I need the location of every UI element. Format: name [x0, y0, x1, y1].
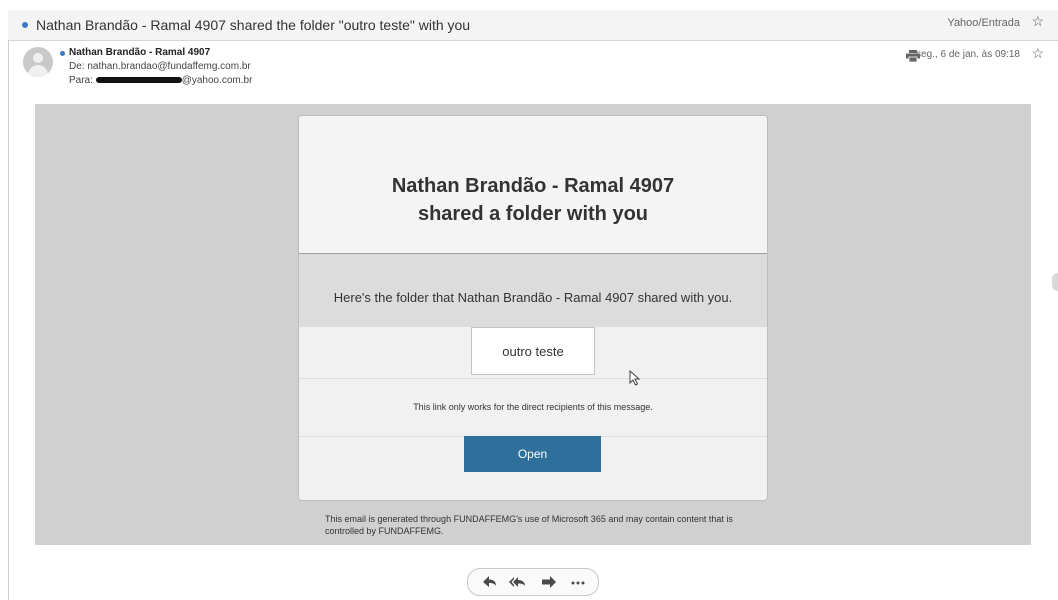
mouse-cursor-icon — [629, 370, 641, 386]
to-prefix: Para: — [69, 75, 93, 86]
message-actions — [467, 568, 599, 596]
avatar — [23, 47, 53, 77]
subject-bar: Nathan Brandão - Ramal 4907 shared the f… — [8, 10, 1058, 41]
unread-dot — [60, 51, 65, 56]
email-subject: Nathan Brandão - Ramal 4907 shared the f… — [36, 17, 471, 33]
card-title-line1: Nathan Brandão - Ramal 4907 — [391, 175, 675, 197]
forward-icon[interactable] — [539, 573, 559, 591]
redaction-mark — [95, 77, 182, 84]
divider — [8, 40, 9, 600]
to-address: Para: @yahoo.com.br — [69, 75, 252, 86]
email-date: seg., 6 de jan. às 09:18 — [916, 49, 1020, 60]
more-icon[interactable] — [568, 573, 588, 591]
from-address: De: nathan.brandao@fundaffemg.com.br — [69, 61, 251, 72]
shared-folder-link[interactable]: outro teste — [471, 327, 595, 375]
star-icon[interactable]: ☆ — [1031, 45, 1044, 62]
card-header: Nathan Brandão - Ramal 4907 shared a fol… — [299, 116, 767, 254]
card-title-line2: shared a folder with you — [417, 203, 649, 225]
link-notice: This link only works for the direct reci… — [413, 402, 653, 412]
share-card: Nathan Brandão - Ramal 4907 shared a fol… — [298, 115, 768, 501]
star-icon[interactable]: ☆ — [1031, 13, 1044, 30]
intro-text: Here's the folder that Nathan Brandão - … — [333, 290, 733, 305]
sender-name[interactable]: Nathan Brandão - Ramal 4907 — [69, 47, 210, 58]
folder-name: outro teste — [502, 344, 564, 359]
scroll-handle[interactable] — [1052, 273, 1058, 291]
open-button[interactable]: Open — [464, 436, 601, 472]
unread-dot — [22, 22, 28, 28]
reply-all-icon[interactable] — [508, 573, 528, 591]
footer-disclaimer: This email is generated through FUNDAFFE… — [325, 514, 733, 536]
reply-icon[interactable] — [480, 573, 500, 591]
to-domain: @yahoo.com.br — [181, 75, 253, 86]
intro-band: Here's the folder that Nathan Brandão - … — [299, 254, 767, 327]
divider — [299, 378, 767, 379]
folder-label[interactable]: Yahoo/Entrada — [947, 17, 1020, 29]
